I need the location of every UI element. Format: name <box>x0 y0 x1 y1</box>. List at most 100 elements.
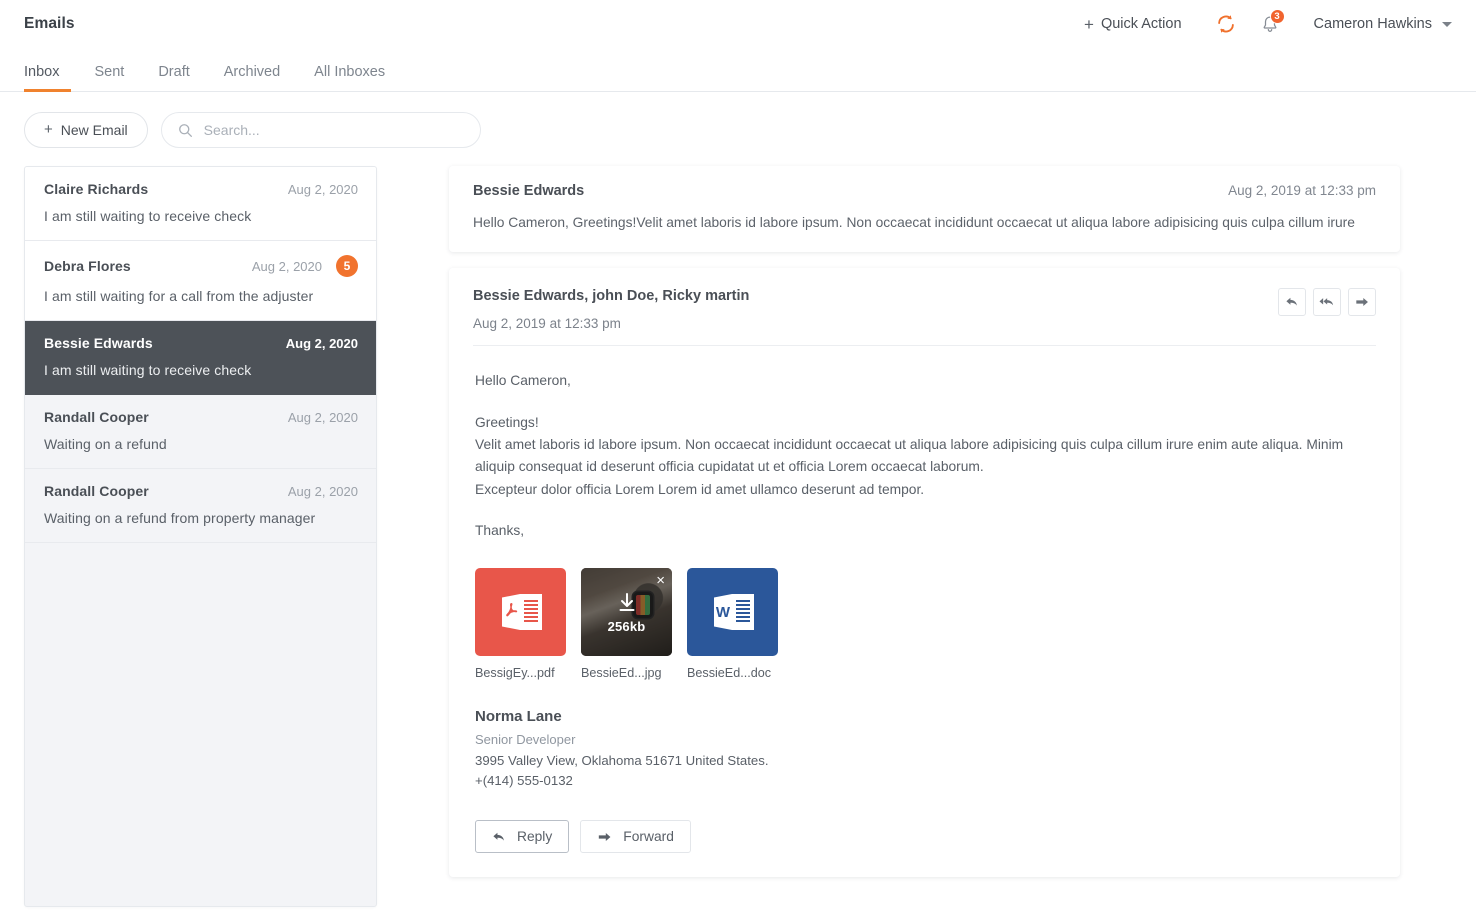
list-item-sender: Randall Cooper <box>44 409 149 425</box>
list-item-subject: Waiting on a refund from property manage… <box>44 510 358 526</box>
body-spacer <box>475 501 1374 520</box>
thread-meta: Bessie Edwards, john Doe, Ricky martin A… <box>473 288 749 331</box>
attachment-doc[interactable]: W BessieEd...doc <box>687 568 778 680</box>
reply-button-footer[interactable]: Reply <box>475 820 569 853</box>
body-closing: Thanks, <box>475 520 1374 542</box>
email-detail-pane: Bessie Edwards Aug 2, 2019 at 12:33 pm H… <box>377 166 1452 907</box>
list-item-date: Aug 2, 2020 <box>288 182 358 197</box>
body-line-1: Greetings! <box>475 412 1374 434</box>
top-bar: Emails + Quick Action 3 Cameron Hawkins <box>0 0 1476 48</box>
svg-text:W: W <box>715 604 730 621</box>
list-item-header: Bessie Edwards Aug 2, 2020 <box>44 335 358 351</box>
tab-all-inboxes[interactable]: All Inboxes <box>297 64 402 91</box>
reply-all-button[interactable] <box>1313 288 1341 316</box>
plus-icon: + <box>1084 16 1094 33</box>
attachment-list: BessigEy...pdf 256kb <box>473 542 1376 680</box>
message-body: Hello Cameron, Greetings! Velit amet lab… <box>473 346 1376 542</box>
close-icon[interactable]: × <box>656 573 665 588</box>
tab-inbox[interactable]: Inbox <box>24 64 77 91</box>
signature-name: Norma Lane <box>475 708 1374 725</box>
signature-phone: +(414) 555-0132 <box>475 773 1374 788</box>
list-item-subject: Waiting on a refund <box>44 436 358 452</box>
user-name: Cameron Hawkins <box>1314 16 1432 32</box>
attachment-thumbnail: W <box>687 568 778 656</box>
tab-inbox-label: Inbox <box>24 64 59 80</box>
attachment-name: BessieEd...jpg <box>581 666 672 680</box>
attachment-name: BessigEy...pdf <box>475 666 566 680</box>
quick-action-button[interactable]: + Quick Action <box>1078 12 1188 37</box>
refresh-button[interactable] <box>1206 4 1246 44</box>
list-item[interactable]: Randall Cooper Aug 2, 2020 Waiting on a … <box>25 395 376 469</box>
list-item-date: Aug 2, 2020 <box>288 410 358 425</box>
search-icon <box>178 123 193 138</box>
list-item-subject: I am still waiting for a call from the a… <box>44 288 358 304</box>
tab-archived-label: Archived <box>224 64 280 80</box>
tab-draft[interactable]: Draft <box>141 64 206 91</box>
forward-button[interactable] <box>1348 288 1376 316</box>
attachment-image[interactable]: 256kb × BessieEd...jpg <box>581 568 672 680</box>
message-preview-card[interactable]: Bessie Edwards Aug 2, 2019 at 12:33 pm H… <box>449 166 1400 252</box>
body-spacer <box>475 393 1374 412</box>
attachment-name: BessieEd...doc <box>687 666 778 680</box>
list-item[interactable]: Randall Cooper Aug 2, 2020 Waiting on a … <box>25 469 376 543</box>
tab-all-inboxes-label: All Inboxes <box>314 64 385 80</box>
attachment-thumbnail <box>475 568 566 656</box>
message-preview-header: Bessie Edwards Aug 2, 2019 at 12:33 pm <box>473 183 1376 199</box>
search-input[interactable] <box>162 113 480 147</box>
unread-count-badge: 5 <box>336 255 358 277</box>
list-item-date: Aug 2, 2020 <box>286 336 358 351</box>
preview-date: Aug 2, 2019 at 12:33 pm <box>1228 183 1376 198</box>
list-item[interactable]: Debra Flores Aug 2, 2020 5 I am still wa… <box>25 241 376 321</box>
preview-snippet: Hello Cameron, Greetings!Velit amet labo… <box>473 213 1376 232</box>
list-item-subject: I am still waiting to receive check <box>44 208 358 224</box>
notifications-button[interactable]: 3 <box>1250 4 1290 44</box>
attachment-size: 256kb <box>608 619 646 634</box>
notification-badge: 3 <box>1270 9 1285 24</box>
list-item-header: Randall Cooper Aug 2, 2020 <box>44 409 358 425</box>
download-icon <box>615 591 639 615</box>
reply-icon <box>492 830 506 844</box>
refresh-icon <box>1215 13 1237 35</box>
list-item-header: Debra Flores Aug 2, 2020 5 <box>44 255 358 277</box>
preview-sender: Bessie Edwards <box>473 183 584 199</box>
list-item-sender: Debra Flores <box>44 258 131 274</box>
body-line-2: Velit amet laboris id labore ipsum. Non … <box>475 434 1374 479</box>
list-item-date: Aug 2, 2020 <box>252 259 322 274</box>
list-item-header: Randall Cooper Aug 2, 2020 <box>44 483 358 499</box>
action-row: + New Email <box>0 92 1476 166</box>
list-item-selected[interactable]: Bessie Edwards Aug 2, 2020 I am still wa… <box>25 321 376 395</box>
body-greeting: Hello Cameron, <box>475 370 1374 392</box>
forward-label: Forward <box>623 829 674 844</box>
user-menu[interactable]: Cameron Hawkins <box>1314 16 1452 32</box>
list-item-date: Aug 2, 2020 <box>288 484 358 499</box>
tab-sent[interactable]: Sent <box>77 64 141 91</box>
attachment-pdf[interactable]: BessigEy...pdf <box>475 568 566 680</box>
body-line-3: Excepteur dolor officia Lorem Lorem id a… <box>475 479 1374 501</box>
new-email-button[interactable]: + New Email <box>24 112 148 148</box>
reply-label: Reply <box>517 829 552 844</box>
list-item-sender: Randall Cooper <box>44 483 149 499</box>
new-email-label: New Email <box>61 122 128 138</box>
main-content: Claire Richards Aug 2, 2020 I am still w… <box>0 166 1476 907</box>
forward-icon <box>597 830 612 844</box>
thread-date: Aug 2, 2019 at 12:33 pm <box>473 316 749 331</box>
tab-archived[interactable]: Archived <box>207 64 297 91</box>
list-item-subject: I am still waiting to receive check <box>44 362 358 378</box>
list-item[interactable]: Claire Richards Aug 2, 2020 I am still w… <box>25 167 376 241</box>
message-footer-actions: Reply Forward <box>473 793 1376 853</box>
thread-actions <box>1278 288 1376 316</box>
chevron-down-icon <box>1442 22 1452 27</box>
forward-button-footer[interactable]: Forward <box>580 820 691 853</box>
reply-button[interactable] <box>1278 288 1306 316</box>
word-file-icon: W <box>708 589 758 635</box>
tab-sent-label: Sent <box>94 64 124 80</box>
pdf-file-icon <box>496 589 546 635</box>
thread-header: Bessie Edwards, john Doe, Ricky martin A… <box>473 288 1376 331</box>
plus-icon: + <box>44 122 53 137</box>
email-list[interactable]: Claire Richards Aug 2, 2020 I am still w… <box>24 166 377 907</box>
search-box[interactable] <box>161 112 481 148</box>
message-thread-card: Bessie Edwards, john Doe, Ricky martin A… <box>449 268 1400 877</box>
list-item-sender: Claire Richards <box>44 181 148 197</box>
signature-address: 3995 Valley View, Oklahoma 51671 United … <box>475 753 1374 768</box>
reply-icon <box>1285 295 1299 309</box>
